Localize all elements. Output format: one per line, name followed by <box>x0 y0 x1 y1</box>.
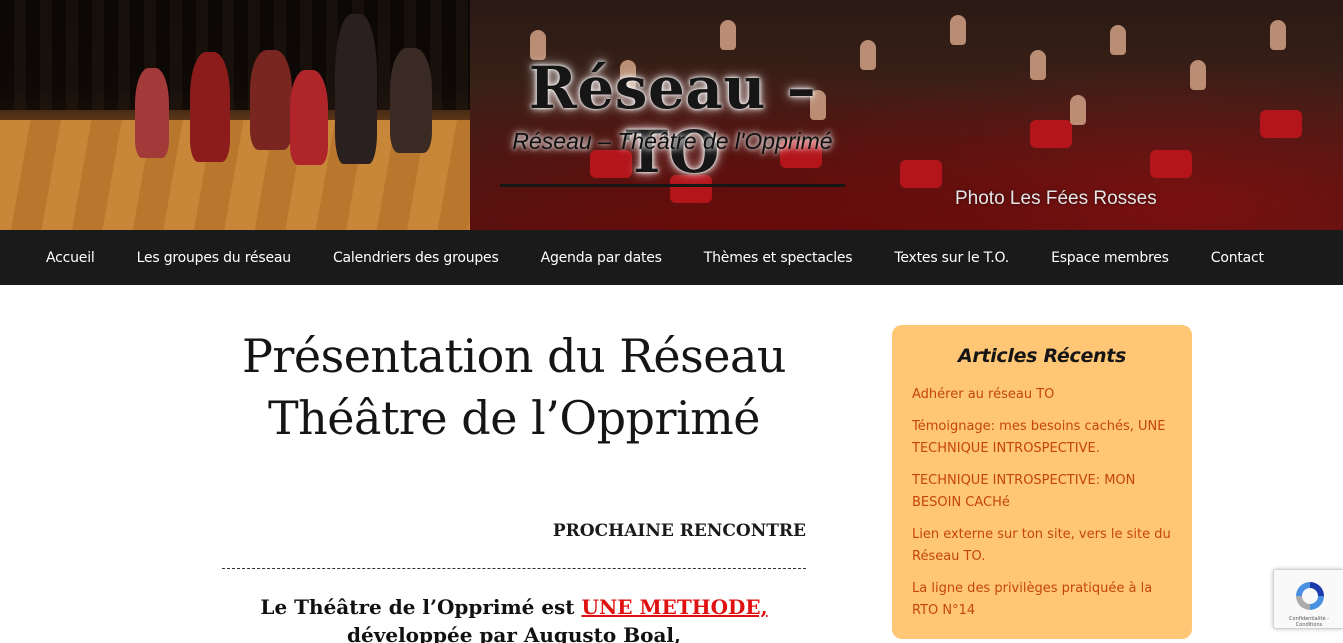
list-item: Témoignage: mes besoins cachés, UNE TECH… <box>912 415 1172 459</box>
intro-line2: développée par Augusto Boal, <box>347 623 681 643</box>
nav-item-espace-membres[interactable]: Espace membres <box>1030 250 1190 266</box>
dashed-divider <box>222 568 806 569</box>
article-link[interactable]: TECHNIQUE INTROSPECTIVE: MON BESOIN CACH… <box>912 473 1135 510</box>
nav-item-accueil[interactable]: Accueil <box>25 250 116 266</box>
article-link[interactable]: Adhérer au réseau TO <box>912 387 1054 402</box>
list-item: Adhérer au réseau TO <box>912 383 1172 405</box>
header-banner: Réseau – TO Réseau – Théâtre de l'Opprim… <box>0 0 1343 230</box>
main-content: Présentation du Réseau Théâtre de l’Oppr… <box>222 325 806 643</box>
article-link[interactable]: La ligne des privilèges pratiquée à la R… <box>912 581 1152 618</box>
raised-hand <box>720 20 736 50</box>
recent-articles-title: Articles Récents <box>957 345 1127 367</box>
article-link[interactable]: Témoignage: mes besoins cachés, UNE TECH… <box>912 419 1165 456</box>
page-title-line1: Présentation du Réseau <box>241 329 787 383</box>
raised-hand <box>1270 20 1286 50</box>
actor-figure <box>290 70 328 165</box>
article-link[interactable]: Lien externe sur ton site, vers le site … <box>912 527 1171 564</box>
intro-paragraph: Le Théâtre de l’Opprimé est UNE METHODE,… <box>222 593 806 643</box>
nav-item-agenda[interactable]: Agenda par dates <box>520 250 683 266</box>
intro-prefix: Le Théâtre de l’Opprimé est <box>260 595 582 619</box>
photo-credit: Photo Les Fées Rosses <box>955 188 1157 209</box>
actor-figure <box>335 14 377 164</box>
raised-hand <box>1070 95 1086 125</box>
raised-hand <box>1030 50 1046 80</box>
site-title[interactable]: Réseau – TO <box>500 56 845 187</box>
stage-photo <box>0 0 520 230</box>
seat <box>1260 110 1302 138</box>
raised-hand <box>1110 25 1126 55</box>
recaptcha-legal-text[interactable]: Confidentialité - Conditions <box>1276 616 1342 628</box>
recaptcha-badge[interactable]: Confidentialité - Conditions <box>1273 569 1343 629</box>
actor-figure <box>135 68 169 158</box>
actor-figure <box>390 48 432 153</box>
raised-hand <box>1190 60 1206 90</box>
nav-item-contact[interactable]: Contact <box>1190 250 1285 266</box>
list-item: La ligne des privilèges pratiquée à la R… <box>912 577 1172 621</box>
actor-figure <box>190 52 230 162</box>
nav-item-groupes[interactable]: Les groupes du réseau <box>116 250 312 266</box>
actor-figure <box>250 50 292 150</box>
list-item: TECHNIQUE INTROSPECTIVE: MON BESOIN CACH… <box>912 469 1172 513</box>
nav-item-textes[interactable]: Textes sur le T.O. <box>873 250 1030 266</box>
page-title-line2: Théâtre de l’Opprimé <box>267 391 761 445</box>
list-item: Lien externe sur ton site, vers le site … <box>912 523 1172 567</box>
site-subtitle: Réseau – Théâtre de l'Opprimé <box>512 128 833 154</box>
recent-articles-widget: Articles Récents Adhérer au réseau TO Té… <box>892 325 1192 639</box>
page-title: Présentation du Réseau Théâtre de l’Oppr… <box>222 325 806 449</box>
nav-item-calendriers[interactable]: Calendriers des groupes <box>312 250 520 266</box>
seat <box>1150 150 1192 178</box>
recent-articles-list: Adhérer au réseau TO Témoignage: mes bes… <box>912 383 1172 621</box>
nav-item-themes[interactable]: Thèmes et spectacles <box>683 250 874 266</box>
methode-link[interactable]: UNE METHODE, <box>582 595 768 619</box>
main-navigation: Accueil Les groupes du réseau Calendrier… <box>0 230 1343 285</box>
seat <box>900 160 942 188</box>
next-meeting-heading: PROCHAINE RENCONTRE <box>552 521 806 541</box>
raised-hand <box>860 40 876 70</box>
recaptcha-icon <box>1296 582 1324 610</box>
raised-hand <box>950 15 966 45</box>
seat <box>1030 120 1072 148</box>
